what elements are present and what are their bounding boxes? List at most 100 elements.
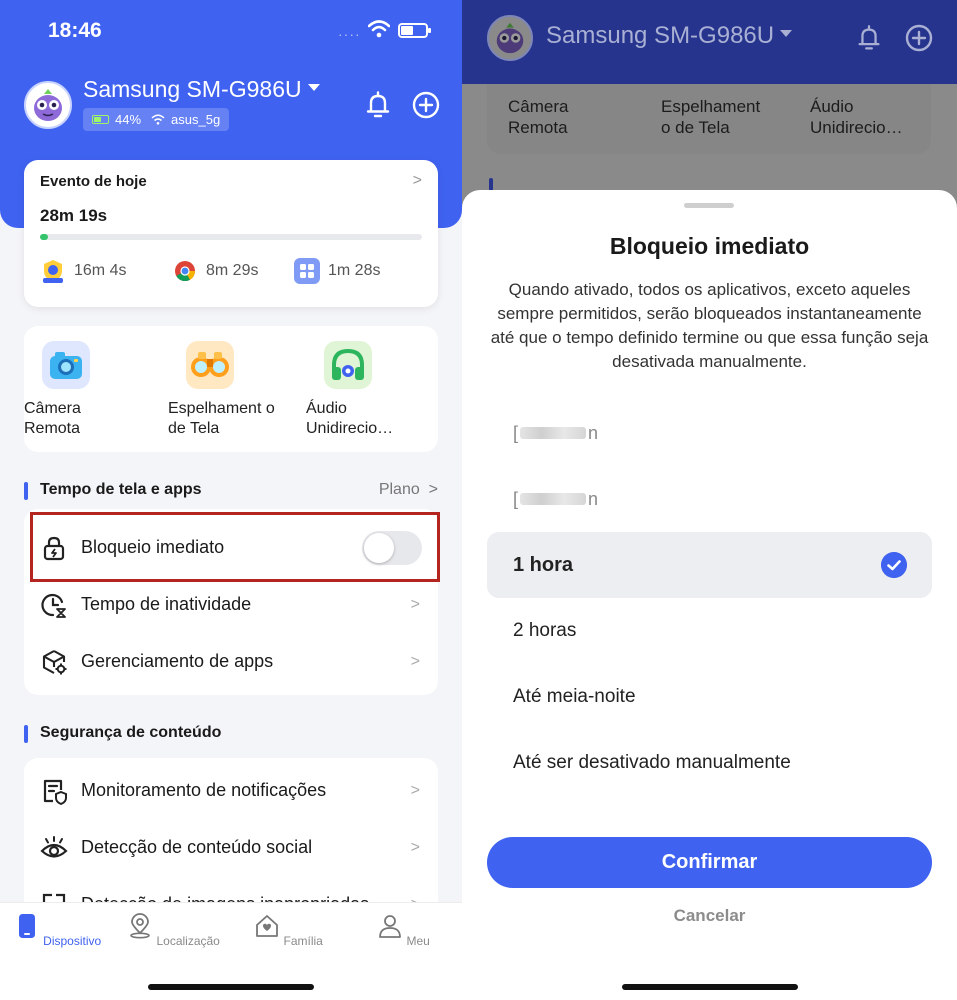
device-name: Samsung SM-G986U [546, 22, 775, 49]
feature-one-way-audio[interactable]: Áudio Unidirecio… [306, 341, 426, 439]
option-label: Até meia-noite [513, 686, 636, 707]
plan-link-label: Plano [378, 481, 420, 498]
tab-me[interactable]: Meu [346, 913, 461, 948]
tab-device[interactable]: Dispositivo [0, 913, 115, 948]
row-downtime[interactable]: Tempo de inatividade > [24, 576, 438, 633]
tab-label: Localização [156, 934, 220, 948]
feature-label: Áudio Unidirecio… [306, 400, 394, 437]
row-label: Detecção de conteúdo social [81, 837, 313, 857]
profile-icon [379, 915, 402, 938]
duration-option[interactable]: Até ser desativado manualmente [487, 730, 932, 796]
sheet-description: Quando ativado, todos os aplicativos, ex… [490, 280, 929, 371]
duration-option[interactable]: [n [487, 400, 932, 466]
sheet-title: Bloqueio imediato [609, 233, 810, 259]
duration-option[interactable]: Até meia-noite [487, 664, 932, 730]
section-title-content-safety: Segurança de conteúdo [24, 724, 221, 743]
feature-label: Espelhament o de Tela [168, 400, 275, 437]
sheet-grabber[interactable] [684, 203, 734, 208]
signal-icon: ···· [338, 26, 361, 42]
monster-avatar-icon [34, 89, 62, 121]
event-app-time: 8m 29s [206, 262, 259, 279]
location-icon [130, 913, 150, 939]
device-avatar[interactable] [24, 81, 72, 129]
status-time: 18:46 [48, 19, 102, 42]
row-social-content-detection[interactable]: Detecção de conteúdo social > [24, 819, 438, 876]
redaction-blur [520, 427, 587, 439]
option-label: 2 horas [513, 620, 577, 641]
option-prefix: [ [513, 488, 519, 509]
row-notification-monitoring[interactable]: Monitoramento de notificações > [24, 762, 438, 819]
tab-location[interactable]: Localização [116, 913, 231, 948]
event-app-time: 16m 4s [74, 262, 127, 279]
plan-link[interactable]: Plano > [379, 481, 438, 499]
device-selector[interactable]: Samsung SM-G986U [83, 76, 320, 103]
family-icon [256, 915, 279, 937]
camera-icon [42, 341, 90, 389]
row-label: Monitoramento de notificações [81, 780, 327, 800]
event-app-item: 16m 4s [40, 258, 172, 284]
chevron-right-icon: > [424, 481, 438, 498]
apps-grid-icon [294, 258, 320, 284]
chevron-down-icon [307, 84, 320, 92]
tab-family[interactable]: Família [231, 913, 346, 948]
instant-lock-sheet-panel: Samsung SM-G986U Câmera Remota Espelhame… [462, 0, 957, 1000]
bell-icon [858, 25, 880, 50]
wifi-icon [368, 20, 390, 38]
battery-icon [398, 23, 431, 38]
notification-monitor-icon [43, 779, 67, 805]
duration-option-selected[interactable]: 1 hora [487, 532, 932, 598]
event-title: Evento de hoje [40, 173, 147, 190]
bottom-sheet: Bloqueio imediato Quando ativado, todos … [462, 190, 957, 1000]
option-label: Até ser desativado manualmente [513, 752, 791, 773]
chrome-icon [172, 258, 198, 284]
add-circle-icon[interactable] [412, 91, 440, 119]
duration-option[interactable]: [n [487, 466, 932, 532]
today-event-card[interactable]: Evento de hoje > 28m 19s 16m 4s 8m 29s 1… [24, 160, 438, 307]
row-label: Tempo de inatividade [81, 594, 252, 614]
monster-avatar-icon [496, 22, 524, 54]
chevron-right-icon: > [410, 781, 420, 799]
event-total-time: 28m 19s [40, 206, 108, 225]
wifi-name: asus_5g [171, 112, 221, 127]
usage-progress-fill [40, 234, 48, 240]
chevron-right-icon: > [410, 652, 420, 670]
clock-icon [41, 593, 66, 618]
tab-label: Dispositivo [43, 934, 102, 948]
tab-label: Família [283, 934, 323, 948]
event-app-time: 1m 28s [328, 262, 381, 279]
feature-remote-camera[interactable]: Câmera Remota [24, 341, 144, 439]
feature-label: Espelhament o de Tela [661, 97, 761, 137]
event-app-list: 16m 4s 8m 29s 1m 28s [40, 258, 422, 284]
row-label: Gerenciamento de apps [81, 651, 274, 671]
row-app-management[interactable]: Gerenciamento de apps > [24, 633, 438, 690]
device-avatar [487, 15, 533, 61]
dimmed-features-card: Câmera Remota Espelhament o de Tela Áudi… [487, 84, 931, 154]
section-title-screen-time: Tempo de tela e apps [24, 481, 202, 500]
confirm-button[interactable]: Confirmar [487, 837, 932, 888]
app-manage-icon [42, 649, 67, 674]
headphones-icon [324, 341, 372, 389]
device-name: Samsung SM-G986U [83, 76, 302, 102]
cancel-button[interactable]: Cancelar [462, 906, 957, 926]
feature-screen-mirroring[interactable]: Espelhament o de Tela [168, 341, 288, 439]
redaction-blur [520, 493, 587, 505]
checkmark-icon [881, 552, 907, 578]
obscured-option-label: [n [513, 489, 598, 510]
home-indicator [622, 984, 798, 990]
option-prefix: [ [513, 422, 519, 443]
device-icon [18, 914, 35, 938]
bell-icon[interactable] [362, 89, 394, 121]
duration-option[interactable]: 2 horas [487, 598, 932, 664]
device-status-chip: 44% asus_5g [83, 108, 230, 131]
features-card: Câmera Remota Espelhament o de Tela Áudi… [24, 326, 438, 452]
chevron-right-icon: > [410, 838, 420, 856]
usage-progress-bar [40, 234, 422, 240]
battery-small-icon [92, 115, 109, 124]
chevron-down-icon [780, 30, 793, 38]
kids-app-icon [40, 258, 66, 284]
battery-percent: 44% [115, 112, 142, 127]
feature-label: Áudio Unidirecio… [810, 97, 903, 137]
option-suffix: n [588, 422, 599, 443]
eye-icon [40, 835, 68, 858]
device-screen-panel: 18:46 ···· Samsung SM-G986U 44% asus_5g [0, 0, 462, 1000]
